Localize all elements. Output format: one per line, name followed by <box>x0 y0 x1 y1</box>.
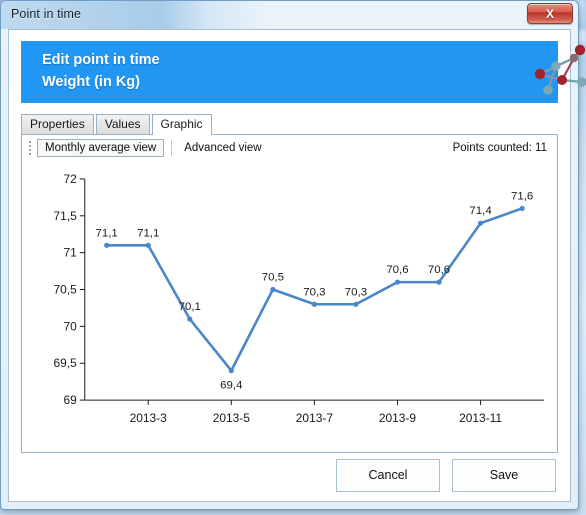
svg-text:70,3: 70,3 <box>303 286 325 298</box>
svg-text:70,3: 70,3 <box>345 286 367 298</box>
chart-svg: 7271,57170,57069,569 2013-3 2013-5 2013-7 2… <box>54 172 545 425</box>
save-button[interactable]: Save <box>452 458 556 492</box>
svg-text:70: 70 <box>64 319 78 333</box>
graphic-tab-panel: Monthly average view Advanced view Point… <box>21 134 558 453</box>
molecule-network-icon <box>534 44 586 95</box>
svg-text:70,5: 70,5 <box>262 272 284 284</box>
close-icon[interactable] <box>527 3 573 24</box>
svg-text:71: 71 <box>64 246 78 260</box>
y-axis: 72 71,5 71 70,5 70 69,5 69 <box>54 172 86 407</box>
svg-text:2013-9: 2013-9 <box>379 411 417 425</box>
svg-text:2013-11: 2013-11 <box>459 411 502 425</box>
data-labels: 71,1 71,1 70,1 69,4 70,5 70,3 70,3 70,6 70,6 71,4… <box>96 190 534 391</box>
tabstrip: Properties Values Graphic <box>21 113 570 135</box>
svg-text:71,1: 71,1 <box>96 227 118 239</box>
svg-text:72: 72 <box>64 172 78 186</box>
svg-text:69,5: 69,5 <box>54 356 78 370</box>
header-banner: Edit point in time Weight (in Kg) <box>21 41 586 103</box>
monthly-average-view-button[interactable]: Monthly average view <box>37 139 165 157</box>
points-counted-label: Points counted: 11 <box>452 142 547 154</box>
cancel-button[interactable]: Cancel <box>336 458 440 492</box>
weight-line-chart: 72 71,5 71 70,5 70 69,5 69 2013-3 2013-5 2013-7 2… <box>22 161 557 452</box>
dialog-footer: Cancel Save <box>9 453 570 501</box>
toolbar-separator <box>171 140 173 156</box>
svg-text:69,4: 69,4 <box>220 380 243 392</box>
tab-values[interactable]: Values <box>95 114 150 134</box>
svg-text:71,4: 71,4 <box>469 205 492 217</box>
svg-text:69: 69 <box>64 393 78 407</box>
advanced-view-button[interactable]: Advanced view <box>179 139 266 157</box>
svg-text:71,6: 71,6 <box>511 190 533 202</box>
drag-grip-icon[interactable] <box>26 140 34 156</box>
tab-properties[interactable]: Properties <box>21 114 94 134</box>
svg-text:2013-5: 2013-5 <box>213 411 251 425</box>
svg-text:70,6: 70,6 <box>386 264 408 276</box>
svg-text:70,1: 70,1 <box>179 301 201 313</box>
svg-text:2013-3: 2013-3 <box>130 411 168 425</box>
svg-text:70,6: 70,6 <box>428 264 450 276</box>
banner-subtitle: Weight (in Kg) <box>42 74 140 90</box>
svg-text:71,5: 71,5 <box>54 209 78 223</box>
svg-text:2013-7: 2013-7 <box>296 411 334 425</box>
dialog-title: Point in time <box>11 7 82 21</box>
point-in-time-dialog: Point in time Edit point in time Weight … <box>0 0 586 510</box>
chart-toolbar: Monthly average view Advanced view Point… <box>22 135 557 161</box>
banner-title: Edit point in time <box>42 52 160 68</box>
svg-text:71,1: 71,1 <box>137 227 159 239</box>
svg-text:70,5: 70,5 <box>54 282 78 296</box>
tab-graphic[interactable]: Graphic <box>151 114 212 135</box>
dialog-client-area: Edit point in time Weight (in Kg) Proper… <box>8 29 586 502</box>
x-axis: 2013-3 2013-5 2013-7 2013-9 2013-11 <box>84 399 545 425</box>
dialog-titlebar[interactable]: Point in time <box>1 1 578 29</box>
